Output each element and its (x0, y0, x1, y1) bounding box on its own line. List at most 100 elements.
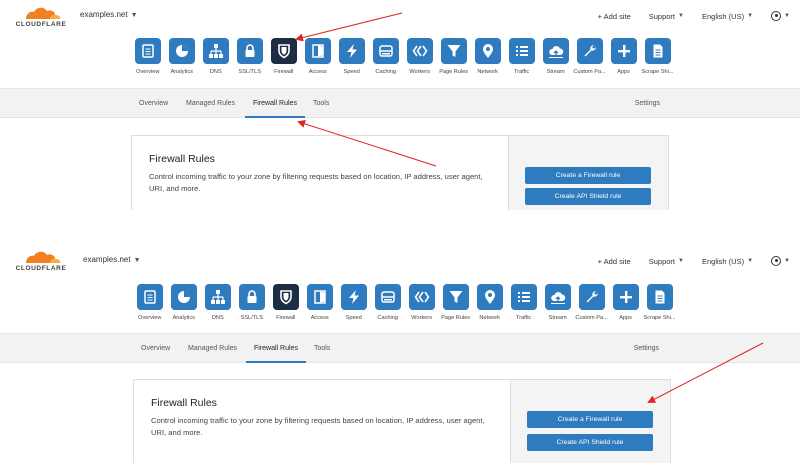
card-title: Firewall Rules (149, 153, 215, 165)
dns-icon (202, 38, 229, 64)
chevron-down-icon: ▼ (747, 258, 754, 264)
language-menu[interactable]: English (US) ▼ (702, 12, 753, 21)
nav-app-traffic[interactable]: Traffic (509, 284, 539, 321)
app-icon-bar: Overview Analytics DNS SSL/TLS Firewall Acces… (133, 38, 674, 75)
nav-app-analytics[interactable]: Analytics (169, 284, 199, 321)
add-site-link[interactable]: + Add site (598, 12, 631, 21)
screenshot-panel-top: CLOUDFLARE examples.net ▼ + Add site Supp… (0, 0, 800, 210)
nav-app-label: Caching (377, 315, 398, 321)
workers-icon (408, 284, 435, 310)
nav-app-label: Apps (617, 69, 630, 75)
nav-app-apps[interactable]: Apps (611, 284, 641, 321)
nav-app-traffic[interactable]: Traffic (507, 38, 537, 75)
nav-app-access[interactable]: Access (303, 38, 333, 75)
cloudflare-logo[interactable]: CLOUDFLARE (12, 4, 70, 28)
cloud-logo-icon (26, 251, 61, 263)
firewall-icon (270, 38, 297, 64)
nav-app-dns[interactable]: DNS (201, 38, 231, 75)
tab-managed-rules[interactable]: Managed Rules (186, 89, 235, 118)
analytics-icon (170, 284, 197, 310)
create-firewall-rule-button[interactable]: Create a Firewall rule (525, 167, 651, 184)
nav-app-custom-pa[interactable]: Custom Pa... (575, 284, 608, 321)
nav-app-label: Stream (548, 315, 567, 321)
nav-app-caching[interactable]: Caching (371, 38, 401, 75)
nav-app-workers[interactable]: Workers (407, 284, 437, 321)
location-pin-icon (476, 284, 503, 310)
chevron-down-icon: ▼ (133, 257, 141, 264)
nav-app-label: Scrape Shi... (643, 315, 676, 321)
nav-app-page-rules[interactable]: Page Rules (441, 284, 471, 321)
nav-app-stream[interactable]: Stream (543, 284, 573, 321)
nav-app-custom-pa[interactable]: Custom Pa... (573, 38, 606, 75)
account-menu[interactable]: ▼ (771, 11, 790, 21)
nav-app-label: Traffic (516, 315, 532, 321)
nav-app-label: Workers (411, 315, 433, 321)
domain-selector[interactable]: examples.net ▼ (80, 10, 138, 19)
nav-app-apps[interactable]: Apps (609, 38, 639, 75)
filter-icon (440, 38, 467, 64)
access-icon (306, 284, 333, 310)
access-icon (304, 38, 331, 64)
nav-app-stream[interactable]: Stream (541, 38, 571, 75)
location-pin-icon (474, 38, 501, 64)
card-content: Firewall Rules Control incoming traffic … (134, 380, 510, 439)
nav-app-label: Custom Pa... (575, 315, 608, 321)
tab-tools[interactable]: Tools (314, 334, 330, 363)
nav-app-label: Scrape Shi... (641, 69, 674, 75)
chevron-down-icon: ▼ (130, 12, 138, 19)
tab-overview[interactable]: Overview (141, 334, 170, 363)
nav-app-speed[interactable]: Speed (339, 284, 369, 321)
create-firewall-rule-button[interactable]: Create a Firewall rule (527, 411, 653, 428)
nav-app-firewall[interactable]: Firewall (269, 38, 299, 75)
nav-app-page-rules[interactable]: Page Rules (439, 38, 469, 75)
nav-app-label: Analytics (172, 315, 195, 321)
nav-app-label: Firewall (276, 315, 296, 321)
nav-app-label: Page Rules (439, 69, 469, 75)
nav-app-overview[interactable]: Overview (135, 284, 165, 321)
chevron-down-icon: ▼ (678, 258, 684, 264)
support-label: Support (648, 11, 676, 21)
cloudflare-logo[interactable]: CLOUDFLARE (12, 248, 70, 272)
nav-app-ssl-tls[interactable]: SSL/TLS (237, 284, 267, 321)
language-menu[interactable]: English (US) ▼ (702, 257, 753, 266)
card-description: Control incoming traffic to your zone by… (151, 416, 485, 437)
domain-selector[interactable]: examples.net ▼ (83, 255, 141, 264)
chevron-down-icon: ▼ (784, 258, 790, 264)
subnav: Overview Managed Rules Firewall Rules To… (0, 88, 800, 118)
nav-app-dns[interactable]: DNS (203, 284, 233, 321)
nav-app-analytics[interactable]: Analytics (167, 38, 197, 75)
nav-app-ssl-tls[interactable]: SSL/TLS (235, 38, 265, 75)
nav-app-caching[interactable]: Caching (373, 284, 403, 321)
create-api-shield-rule-button[interactable]: Create API Shield rule (525, 188, 651, 205)
tab-overview[interactable]: Overview (139, 89, 168, 118)
nav-app-overview[interactable]: Overview (133, 38, 163, 75)
add-site-link[interactable]: + Add site (598, 257, 631, 266)
tab-firewall-rules[interactable]: Firewall Rules (246, 334, 306, 363)
nav-app-workers[interactable]: Workers (405, 38, 435, 75)
nav-app-network[interactable]: Network (473, 38, 503, 75)
settings-link[interactable]: Settings (634, 334, 659, 363)
nav-app-label: Traffic (514, 69, 530, 75)
wrench-icon (576, 38, 603, 64)
create-api-shield-rule-button[interactable]: Create API Shield rule (527, 434, 653, 451)
plus-icon (610, 38, 637, 64)
nav-app-access[interactable]: Access (305, 284, 335, 321)
nav-app-speed[interactable]: Speed (337, 38, 367, 75)
language-label: English (US) (701, 256, 745, 266)
nav-app-label: Speed (343, 69, 360, 75)
tab-managed-rules[interactable]: Managed Rules (188, 334, 237, 363)
firewall-rules-card: Firewall Rules Control incoming traffic … (133, 379, 671, 463)
nav-app-scrape-shi[interactable]: Scrape Shi... (643, 284, 676, 321)
nav-app-network[interactable]: Network (475, 284, 505, 321)
support-menu[interactable]: Support ▼ (649, 257, 684, 266)
support-menu[interactable]: Support ▼ (649, 12, 684, 21)
nav-app-label: Firewall (274, 69, 294, 75)
nav-app-firewall[interactable]: Firewall (271, 284, 301, 321)
tab-firewall-rules[interactable]: Firewall Rules (245, 89, 305, 118)
nav-app-label: Stream (546, 69, 565, 75)
settings-link[interactable]: Settings (635, 89, 660, 118)
tab-tools[interactable]: Tools (313, 89, 329, 118)
nav-app-scrape-shi[interactable]: Scrape Shi... (641, 38, 674, 75)
firewall-rules-card: Firewall Rules Control incoming traffic … (131, 135, 669, 210)
account-menu[interactable]: ▼ (771, 256, 790, 266)
